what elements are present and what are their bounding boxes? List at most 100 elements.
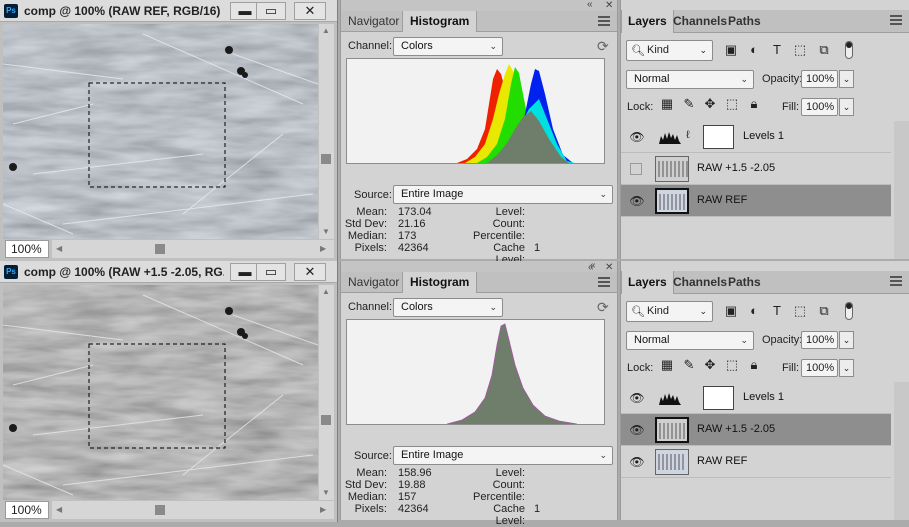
kind-filter-select[interactable]: 🔍︎ Kind ⌄: [626, 40, 713, 61]
lock-position-icon[interactable]: ✥: [703, 97, 717, 111]
panel-menu-icon[interactable]: [598, 277, 610, 287]
visibility-off-box[interactable]: [630, 163, 642, 175]
close-panel-icon[interactable]: ✕: [605, 0, 613, 11]
panel-menu-icon[interactable]: [890, 15, 902, 25]
scroll-right-icon[interactable]: ▶: [320, 244, 326, 253]
lock-position-icon[interactable]: ✥: [703, 358, 717, 372]
filter-smart-object-icon[interactable]: ⧉: [817, 43, 831, 57]
panel-menu-icon[interactable]: [598, 16, 610, 26]
opacity-input[interactable]: 100%: [801, 331, 838, 349]
tab-layers[interactable]: Layers: [621, 10, 674, 33]
eye-icon[interactable]: 👁︎: [629, 130, 645, 144]
layers-scrollbar[interactable]: [894, 121, 909, 259]
tab-layers[interactable]: Layers: [621, 271, 674, 294]
layer-row-levels[interactable]: 👁︎ ℓ Levels 1: [621, 121, 891, 153]
layer-mask-thumbnail[interactable]: [703, 125, 734, 149]
restore-button[interactable]: ▭: [256, 263, 286, 281]
filter-type-icon[interactable]: T: [770, 43, 784, 57]
blend-mode-select[interactable]: Normal ⌄: [626, 70, 754, 89]
layers-scrollbar[interactable]: [894, 382, 909, 520]
lock-image-icon[interactable]: ✎: [682, 97, 696, 111]
collapse-icon[interactable]: «: [588, 262, 594, 273]
tab-histogram[interactable]: Histogram: [402, 11, 478, 32]
scroll-up-icon[interactable]: ▲: [322, 287, 330, 296]
fill-dropdown-icon[interactable]: ⌄: [839, 359, 854, 377]
zoom-field[interactable]: 100%: [5, 501, 49, 519]
document-canvas[interactable]: [3, 24, 318, 239]
refresh-icon[interactable]: ⟳: [597, 38, 609, 55]
fill-dropdown-icon[interactable]: ⌄: [839, 98, 854, 116]
lock-all-icon[interactable]: 🔒︎: [747, 97, 761, 111]
layer-mask-thumbnail[interactable]: [703, 386, 734, 410]
close-panel-icon[interactable]: ✕: [605, 262, 613, 273]
tab-paths[interactable]: Paths: [722, 271, 767, 294]
lock-transparent-icon[interactable]: ▦: [660, 97, 674, 111]
channel-select[interactable]: Colors ⌄: [393, 37, 503, 56]
filter-adjustment-icon[interactable]: ◐: [747, 304, 761, 318]
scroll-left-icon[interactable]: ◀: [56, 505, 62, 514]
fill-input[interactable]: 100%: [801, 98, 838, 116]
restore-button[interactable]: ▭: [256, 2, 286, 20]
filter-shape-icon[interactable]: ⬚: [793, 304, 807, 318]
layer-row-raw-ref[interactable]: 👁︎ RAW REF: [621, 446, 891, 478]
source-select[interactable]: Entire Image ⌄: [393, 446, 613, 465]
image-raw-adjusted: [3, 285, 318, 500]
scroll-thumb[interactable]: [321, 154, 331, 164]
link-icon[interactable]: ℓ: [686, 129, 690, 141]
lock-image-icon[interactable]: ✎: [682, 358, 696, 372]
blend-mode-select[interactable]: Normal ⌄: [626, 331, 754, 350]
channel-select[interactable]: Colors ⌄: [393, 298, 503, 317]
filter-toggle-icon[interactable]: [845, 302, 853, 320]
eye-icon[interactable]: 👁︎: [629, 194, 645, 208]
panel-menu-icon[interactable]: [890, 276, 902, 286]
document-title-bar[interactable]: Ps comp @ 100% (RAW +1.5 -2.05, RG... ▬ …: [0, 261, 337, 283]
scroll-right-icon[interactable]: ▶: [320, 505, 326, 514]
opacity-dropdown-icon[interactable]: ⌄: [839, 331, 854, 349]
document-canvas[interactable]: [3, 285, 318, 500]
fill-input[interactable]: 100%: [801, 359, 838, 377]
scroll-thumb[interactable]: [321, 415, 331, 425]
eye-icon[interactable]: 👁︎: [629, 423, 645, 437]
tab-navigator[interactable]: Navigator: [341, 272, 406, 293]
filter-smart-object-icon[interactable]: ⧉: [817, 304, 831, 318]
lock-transparent-icon[interactable]: ▦: [660, 358, 674, 372]
filter-type-icon[interactable]: T: [770, 304, 784, 318]
layer-row-raw-ref[interactable]: 👁︎ RAW REF: [621, 185, 891, 217]
collapse-icon[interactable]: «: [587, 0, 593, 10]
filter-adjustment-icon[interactable]: ◐: [747, 43, 761, 57]
filter-toggle-icon[interactable]: [845, 41, 853, 59]
close-button[interactable]: ✕: [294, 263, 326, 281]
scroll-thumb[interactable]: [155, 505, 165, 515]
scroll-thumb[interactable]: [155, 244, 165, 254]
document-window-raw-adjusted[interactable]: Ps comp @ 100% (RAW +1.5 -2.05, RG... ▬ …: [0, 261, 338, 522]
refresh-icon[interactable]: ⟳: [597, 299, 609, 316]
tab-histogram[interactable]: Histogram: [402, 272, 478, 293]
lock-artboard-icon[interactable]: ⬚: [725, 358, 739, 372]
filter-pixel-icon[interactable]: ▣: [724, 304, 738, 318]
close-button[interactable]: ✕: [294, 2, 326, 20]
tab-paths[interactable]: Paths: [722, 10, 767, 33]
horizontal-scrollbar[interactable]: ◀ ▶: [52, 240, 334, 258]
kind-filter-select[interactable]: 🔍︎ Kind ⌄: [626, 301, 713, 322]
lock-artboard-icon[interactable]: ⬚: [725, 97, 739, 111]
filter-shape-icon[interactable]: ⬚: [793, 43, 807, 57]
layer-row-raw-adjusted[interactable]: RAW +1.5 -2.05: [621, 153, 891, 185]
layer-row-levels[interactable]: 👁︎ Levels 1: [621, 382, 891, 414]
scroll-up-icon[interactable]: ▲: [322, 26, 330, 35]
horizontal-scrollbar[interactable]: ◀ ▶: [52, 501, 334, 519]
zoom-field[interactable]: 100%: [5, 240, 49, 258]
stat-median-label: Median:: [347, 491, 387, 503]
tab-navigator[interactable]: Navigator: [341, 11, 406, 32]
source-value: Entire Image: [401, 449, 464, 461]
source-select[interactable]: Entire Image ⌄: [393, 185, 613, 204]
scroll-left-icon[interactable]: ◀: [56, 244, 62, 253]
document-title-bar[interactable]: Ps comp @ 100% (RAW REF, RGB/16) * ▬ ▭ ✕: [0, 0, 337, 22]
layer-row-raw-adjusted[interactable]: 👁︎ RAW +1.5 -2.05: [621, 414, 891, 446]
document-window-raw-ref[interactable]: Ps comp @ 100% (RAW REF, RGB/16) * ▬ ▭ ✕: [0, 0, 338, 261]
eye-icon[interactable]: 👁︎: [629, 391, 645, 405]
opacity-input[interactable]: 100%: [801, 70, 838, 88]
filter-pixel-icon[interactable]: ▣: [724, 43, 738, 57]
opacity-dropdown-icon[interactable]: ⌄: [839, 70, 854, 88]
lock-all-icon[interactable]: 🔒︎: [747, 358, 761, 372]
eye-icon[interactable]: 👁︎: [629, 455, 645, 469]
